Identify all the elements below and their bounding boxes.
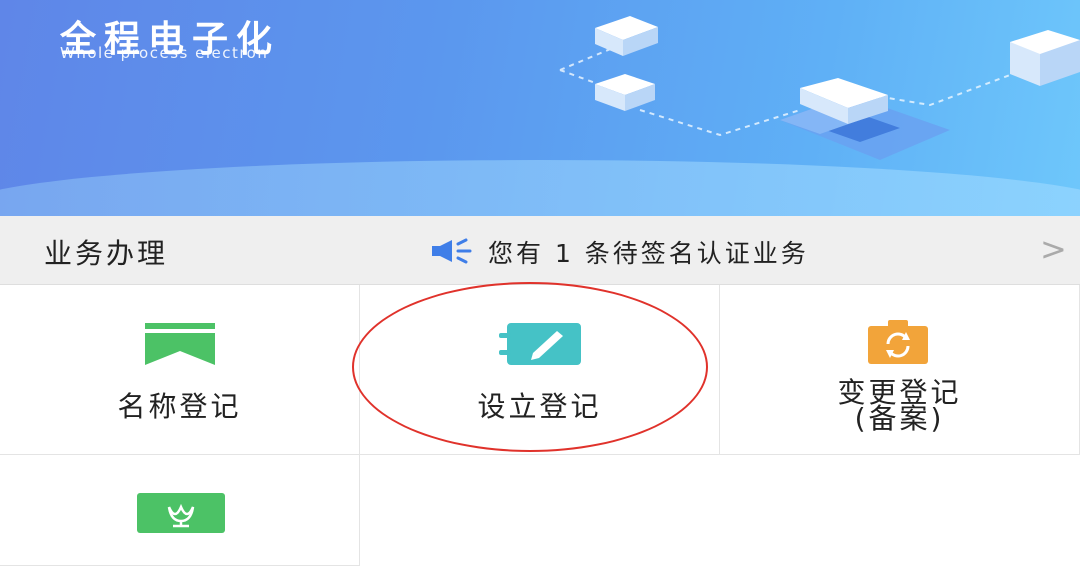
megaphone-icon[interactable] <box>430 238 476 264</box>
clipboard-refresh-icon <box>868 320 928 364</box>
flower-icon <box>137 493 225 533</box>
service-change-registration[interactable]: 变更登记 (备案) <box>720 285 1080 455</box>
business-bar: 业务办理 您有 1 条待签名认证业务 > <box>0 216 1080 285</box>
service-label: 名称登记 <box>117 390 242 423</box>
header-banner: 全程电子化 Whole process electron <box>0 0 1080 216</box>
service-flower-item[interactable] <box>0 455 360 566</box>
business-bar-title: 业务办理 <box>44 237 169 270</box>
banner-subtitle: Whole process electron <box>60 44 269 62</box>
chevron-right-icon[interactable]: > <box>1040 230 1067 268</box>
pending-signature-notice[interactable]: 您有 1 条待签名认证业务 <box>488 234 809 270</box>
service-grid: 名称登记 设立登记 变更登记 (备案) <box>0 285 1080 566</box>
bookmark-icon <box>145 323 215 365</box>
notebook-pen-icon <box>499 323 581 365</box>
service-label-line2: (备案) <box>854 402 945 435</box>
service-name-registration[interactable]: 名称登记 <box>0 285 360 455</box>
service-establishment-registration[interactable]: 设立登记 <box>360 285 720 455</box>
service-label: 设立登记 <box>477 390 602 423</box>
